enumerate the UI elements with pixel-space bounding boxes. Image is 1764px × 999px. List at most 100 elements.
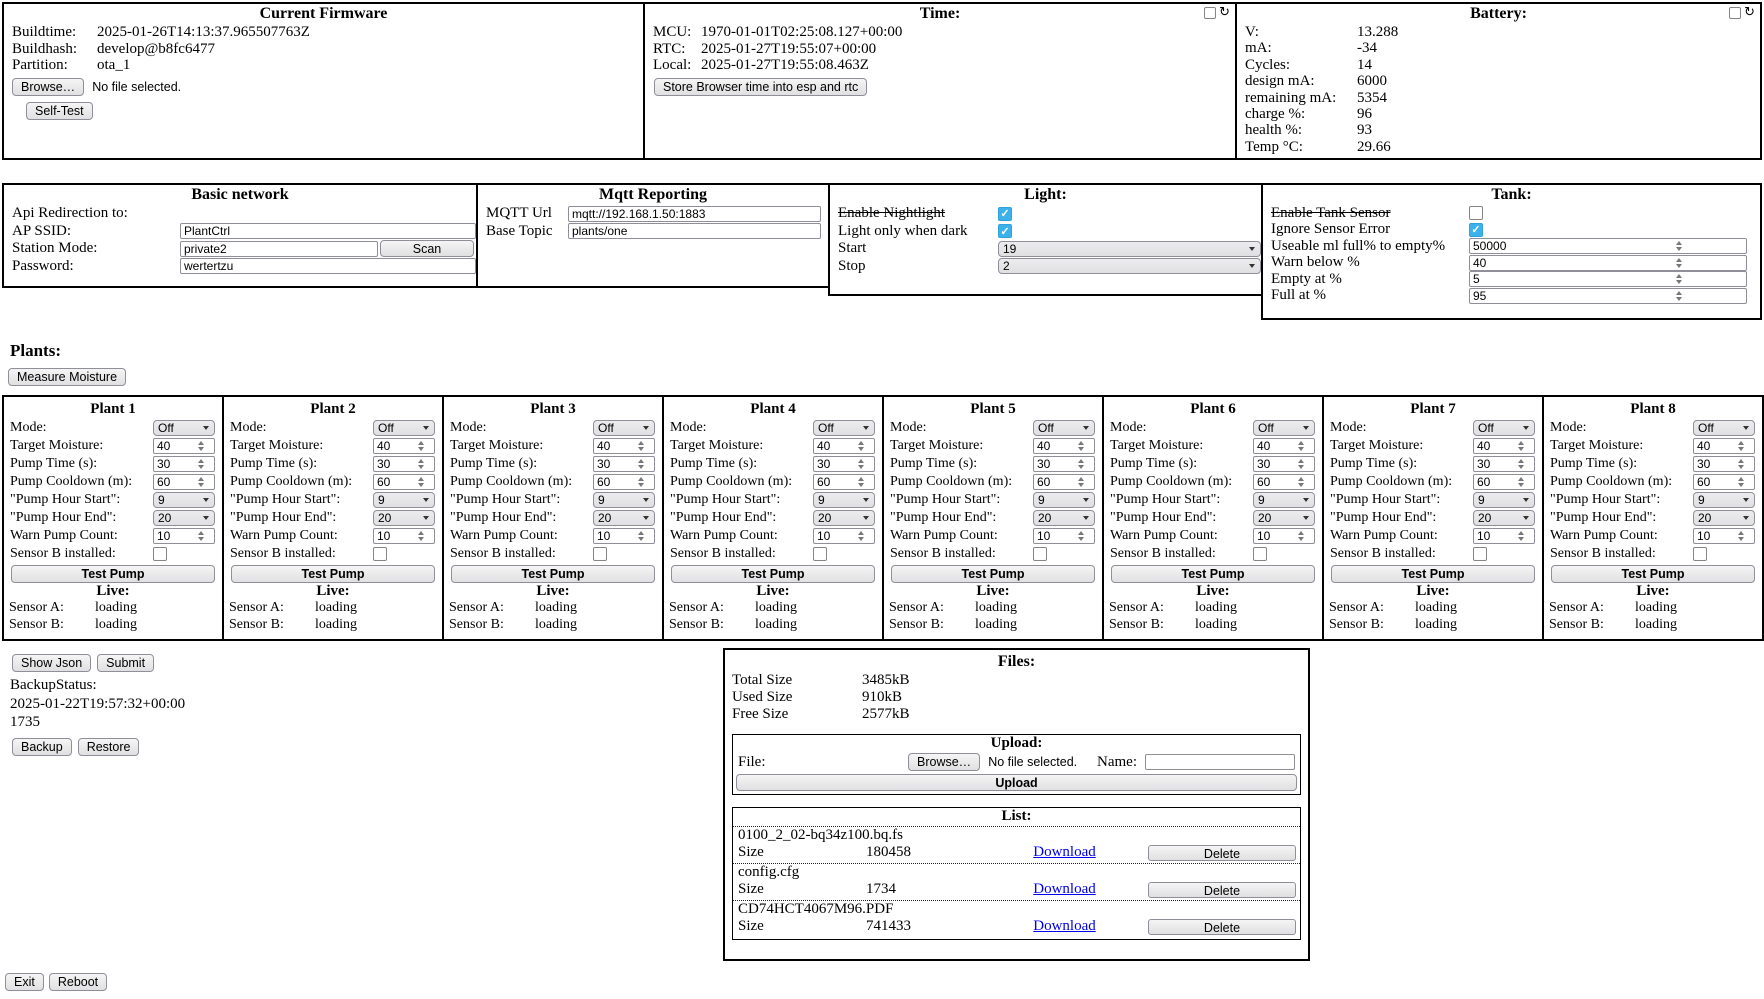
spinner-arrows-icon[interactable]: [1064, 439, 1094, 453]
warn-pump-count-input[interactable]: 10: [373, 528, 435, 544]
test-pump-button[interactable]: Test Pump: [1331, 565, 1535, 583]
mode-select[interactable]: Off: [373, 420, 435, 436]
base-topic-input[interactable]: [568, 223, 821, 239]
upload-button[interactable]: Upload: [736, 774, 1297, 791]
time-auto-refresh-checkbox[interactable]: [1204, 7, 1216, 19]
pump-cooldown-input[interactable]: 60: [153, 474, 215, 490]
spinner-arrows-icon[interactable]: [1064, 529, 1094, 543]
pump-time-input[interactable]: 30: [153, 456, 215, 472]
useable-ml-input[interactable]: 50000: [1469, 238, 1747, 254]
spinner-arrows-icon[interactable]: [1608, 272, 1746, 286]
password-input[interactable]: [180, 258, 476, 274]
pump-hour-start-select[interactable]: 9: [373, 492, 435, 508]
mode-select[interactable]: Off: [1033, 420, 1095, 436]
sensor-b-installed-checkbox[interactable]: [373, 547, 387, 561]
upload-name-input[interactable]: [1145, 754, 1295, 770]
pump-hour-start-select[interactable]: 9: [1033, 492, 1095, 508]
spinner-arrows-icon[interactable]: [844, 439, 874, 453]
pump-cooldown-input[interactable]: 60: [1253, 474, 1315, 490]
spinner-arrows-icon[interactable]: [1724, 439, 1754, 453]
spinner-arrows-icon[interactable]: [1284, 439, 1314, 453]
mode-select[interactable]: Off: [1253, 420, 1315, 436]
self-test-button[interactable]: Self-Test: [26, 102, 93, 120]
spinner-arrows-icon[interactable]: [1608, 289, 1746, 303]
spinner-arrows-icon[interactable]: [1504, 439, 1534, 453]
station-mode-input[interactable]: [180, 241, 378, 257]
pump-time-input[interactable]: 30: [1473, 456, 1535, 472]
pump-hour-end-select[interactable]: 20: [153, 510, 215, 526]
upload-browse-button[interactable]: Browse…: [908, 753, 980, 771]
spinner-arrows-icon[interactable]: [1724, 475, 1754, 489]
pump-hour-start-select[interactable]: 9: [1693, 492, 1755, 508]
mode-select[interactable]: Off: [153, 420, 215, 436]
target-moisture-input[interactable]: 40: [153, 438, 215, 454]
mode-select[interactable]: Off: [1693, 420, 1755, 436]
spinner-arrows-icon[interactable]: [1724, 457, 1754, 471]
spinner-arrows-icon[interactable]: [1064, 457, 1094, 471]
pump-hour-start-select[interactable]: 9: [1473, 492, 1535, 508]
test-pump-button[interactable]: Test Pump: [891, 565, 1095, 583]
pump-hour-end-select[interactable]: 20: [813, 510, 875, 526]
target-moisture-input[interactable]: 40: [593, 438, 655, 454]
backup-button[interactable]: Backup: [12, 738, 72, 756]
pump-hour-end-select[interactable]: 20: [1473, 510, 1535, 526]
target-moisture-input[interactable]: 40: [1033, 438, 1095, 454]
pump-time-input[interactable]: 30: [1253, 456, 1315, 472]
exit-button[interactable]: Exit: [5, 973, 44, 991]
spinner-arrows-icon[interactable]: [624, 439, 654, 453]
pump-hour-start-select[interactable]: 9: [1253, 492, 1315, 508]
battery-refresh-icon[interactable]: ↻: [1744, 7, 1755, 19]
warn-pump-count-input[interactable]: 10: [1033, 528, 1095, 544]
delete-button[interactable]: Delete: [1148, 882, 1296, 898]
spinner-arrows-icon[interactable]: [404, 529, 434, 543]
spinner-arrows-icon[interactable]: [844, 475, 874, 489]
pump-time-input[interactable]: 30: [593, 456, 655, 472]
enable-tank-sensor-checkbox[interactable]: [1469, 206, 1483, 220]
pump-hour-end-select[interactable]: 20: [1693, 510, 1755, 526]
pump-hour-start-select[interactable]: 9: [593, 492, 655, 508]
light-stop-select[interactable]: 2: [998, 258, 1261, 274]
spinner-arrows-icon[interactable]: [1284, 457, 1314, 471]
target-moisture-input[interactable]: 40: [1693, 438, 1755, 454]
pump-hour-end-select[interactable]: 20: [593, 510, 655, 526]
spinner-arrows-icon[interactable]: [184, 529, 214, 543]
pump-hour-end-select[interactable]: 20: [1033, 510, 1095, 526]
spinner-arrows-icon[interactable]: [1284, 529, 1314, 543]
target-moisture-input[interactable]: 40: [1473, 438, 1535, 454]
delete-button[interactable]: Delete: [1148, 919, 1296, 935]
test-pump-button[interactable]: Test Pump: [1551, 565, 1755, 583]
warn-below-input[interactable]: 40: [1469, 255, 1747, 271]
store-browser-time-button[interactable]: Store Browser time into esp and rtc: [654, 78, 867, 96]
pump-hour-end-select[interactable]: 20: [1253, 510, 1315, 526]
time-refresh-icon[interactable]: ↻: [1219, 7, 1230, 19]
test-pump-button[interactable]: Test Pump: [671, 565, 875, 583]
test-pump-button[interactable]: Test Pump: [11, 565, 215, 583]
warn-pump-count-input[interactable]: 10: [813, 528, 875, 544]
spinner-arrows-icon[interactable]: [1284, 475, 1314, 489]
pump-time-input[interactable]: 30: [373, 456, 435, 472]
spinner-arrows-icon[interactable]: [1504, 475, 1534, 489]
sensor-b-installed-checkbox[interactable]: [153, 547, 167, 561]
spinner-arrows-icon[interactable]: [1608, 239, 1746, 253]
pump-time-input[interactable]: 30: [1693, 456, 1755, 472]
sensor-b-installed-checkbox[interactable]: [1693, 547, 1707, 561]
spinner-arrows-icon[interactable]: [184, 439, 214, 453]
spinner-arrows-icon[interactable]: [184, 457, 214, 471]
download-link[interactable]: Download: [1033, 918, 1096, 934]
pump-hour-end-select[interactable]: 20: [373, 510, 435, 526]
show-json-button[interactable]: Show Json: [12, 654, 91, 672]
spinner-arrows-icon[interactable]: [1504, 529, 1534, 543]
warn-pump-count-input[interactable]: 10: [1253, 528, 1315, 544]
pump-time-input[interactable]: 30: [813, 456, 875, 472]
warn-pump-count-input[interactable]: 10: [1473, 528, 1535, 544]
pump-hour-start-select[interactable]: 9: [153, 492, 215, 508]
pump-time-input[interactable]: 30: [1033, 456, 1095, 472]
empty-at-input[interactable]: 5: [1469, 271, 1747, 287]
spinner-arrows-icon[interactable]: [184, 475, 214, 489]
light-only-dark-checkbox[interactable]: [998, 224, 1012, 238]
pump-cooldown-input[interactable]: 60: [1693, 474, 1755, 490]
download-link[interactable]: Download: [1033, 881, 1096, 897]
target-moisture-input[interactable]: 40: [813, 438, 875, 454]
submit-button[interactable]: Submit: [97, 654, 154, 672]
test-pump-button[interactable]: Test Pump: [1111, 565, 1315, 583]
